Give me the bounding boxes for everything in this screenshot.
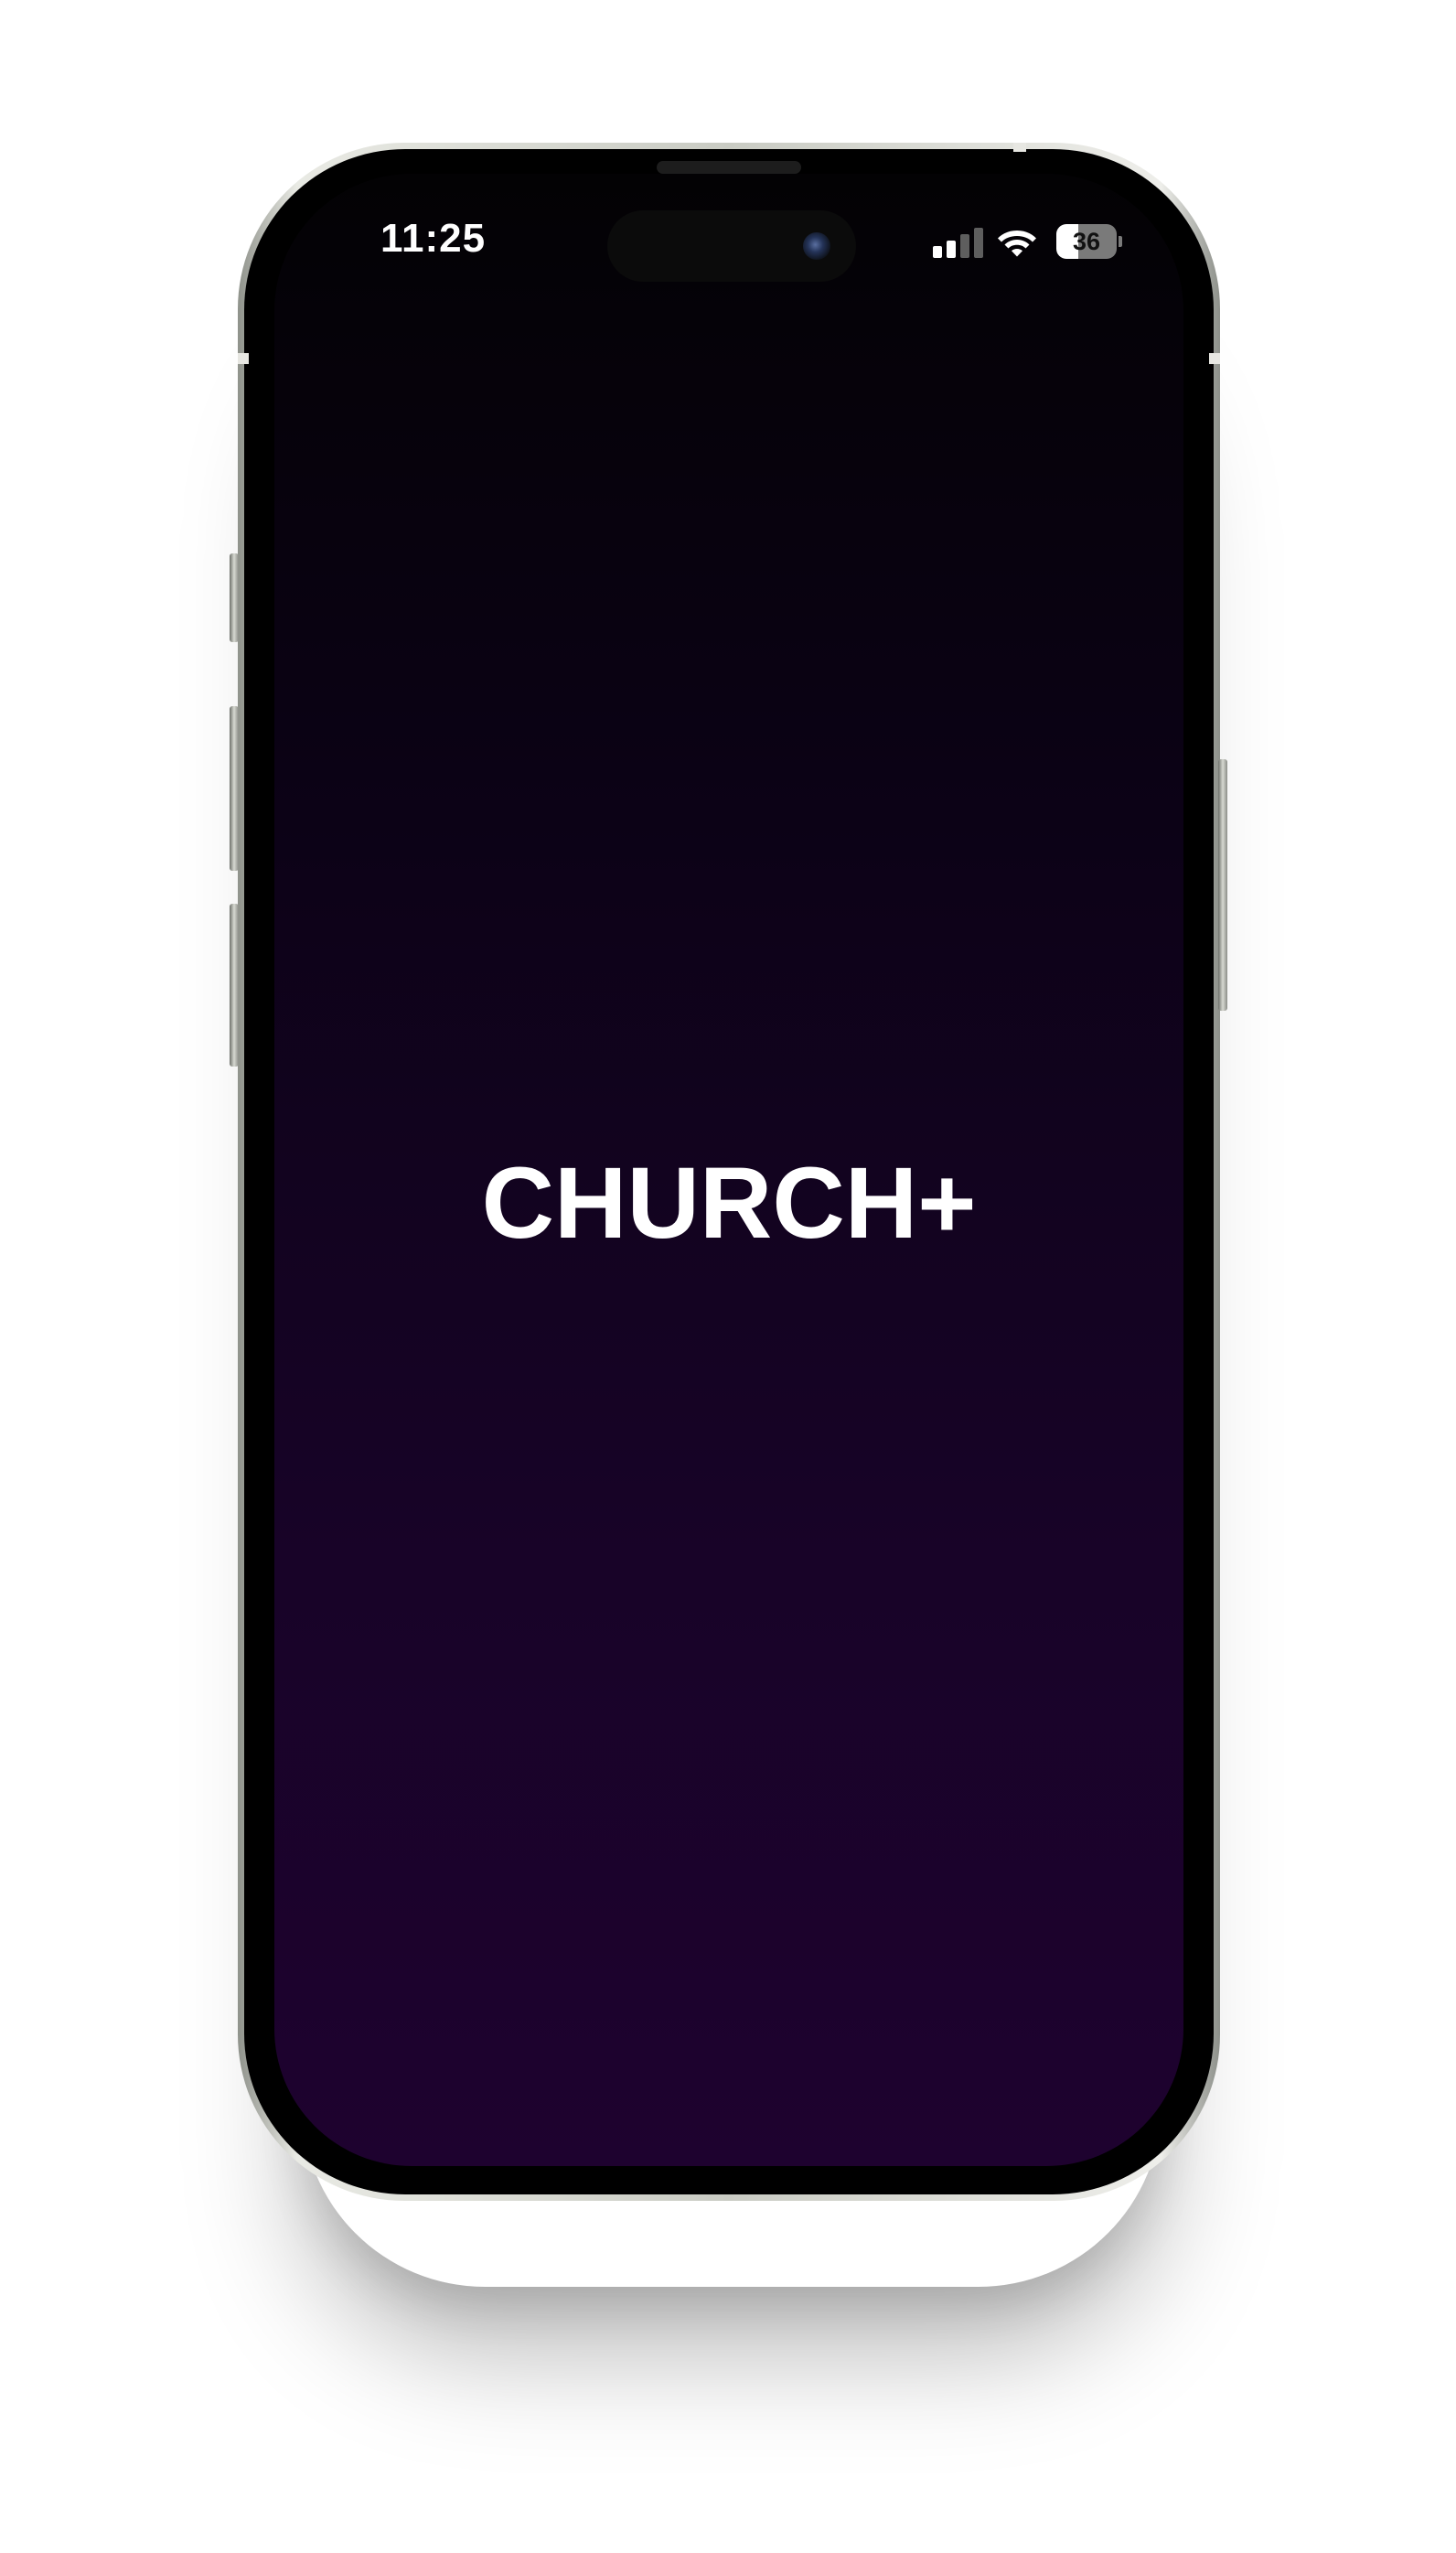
battery-icon: 36 xyxy=(1056,224,1122,259)
signal-bar xyxy=(974,228,983,258)
earpiece-speaker xyxy=(657,161,801,174)
volume-up-button xyxy=(230,706,239,871)
action-button xyxy=(230,553,239,642)
volume-down-button xyxy=(230,904,239,1067)
power-button xyxy=(1218,759,1227,1011)
antenna-band xyxy=(1013,143,1026,152)
battery-cap xyxy=(1119,236,1122,247)
signal-bar xyxy=(933,246,942,258)
cellular-signal-icon xyxy=(933,227,984,258)
camera-icon xyxy=(803,232,830,260)
app-logo: CHURCH+ xyxy=(481,1147,977,1260)
status-time: 11:25 xyxy=(380,216,487,261)
signal-bar xyxy=(960,234,969,258)
battery-level: 36 xyxy=(1072,228,1101,255)
antenna-band xyxy=(1209,353,1220,364)
signal-bar xyxy=(947,241,956,258)
wifi-icon xyxy=(998,231,1036,257)
antenna-band xyxy=(238,353,249,364)
